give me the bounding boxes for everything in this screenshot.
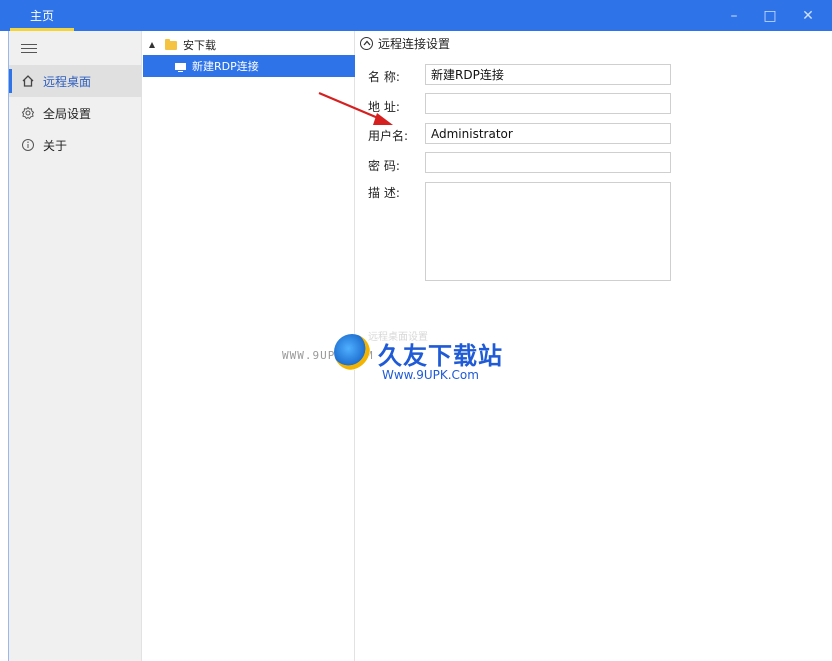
folder-icon [165,38,177,50]
name-field[interactable]: 新建RDP连接 [425,64,671,85]
hamburger-menu-icon[interactable] [21,41,37,57]
sidebar-item-global-settings[interactable]: 全局设置 [9,97,142,129]
settings-panel: 远程连接设置 名 称: 新建RDP连接 地 址: 用户名: Administra… [356,31,826,661]
minimize-button[interactable]: – [716,0,752,31]
tab-home[interactable]: 主页 [10,0,74,31]
home-icon [21,74,35,88]
sidebar: 远程桌面 全局设置 关于 [9,31,142,661]
title-bar: 主页 – □ ✕ [0,0,832,31]
description-field[interactable] [425,182,671,281]
tree-group[interactable]: 安下载 [149,35,216,55]
password-field[interactable] [425,152,671,173]
section-title: 远程连接设置 [378,36,451,51]
section-header[interactable]: 远程连接设置 [360,35,450,51]
address-label: 地 址: [368,100,400,114]
close-button[interactable]: ✕ [790,0,826,31]
monitor-icon [175,62,186,72]
info-icon [21,138,35,152]
sidebar-item-label: 远程桌面 [43,74,92,89]
tree-item-label: 新建RDP连接 [192,60,259,73]
username-label: 用户名: [368,129,409,143]
collapse-up-icon[interactable] [360,36,373,50]
address-field[interactable] [425,93,671,114]
password-label: 密 码: [368,159,400,173]
tree-group-label: 安下载 [183,39,216,52]
maximize-button[interactable]: □ [752,0,788,31]
main-window: 远程桌面 全局设置 关于 安下载 新建RDP连接 远程连接设置 名 称: 新建R… [8,31,826,661]
sidebar-item-about[interactable]: 关于 [9,129,142,161]
connection-tree: 安下载 新建RDP连接 [143,31,355,661]
name-label: 名 称: [368,70,400,84]
collapse-arrow-icon[interactable] [149,42,155,48]
sidebar-item-label: 关于 [43,138,68,153]
description-label: 描 述: [368,186,400,200]
sidebar-item-label: 全局设置 [43,106,92,121]
tree-item-new-rdp[interactable]: 新建RDP连接 [143,55,355,77]
sidebar-item-remote-desktop[interactable]: 远程桌面 [9,65,142,97]
username-field[interactable]: Administrator [425,123,671,144]
gear-icon [21,106,35,120]
